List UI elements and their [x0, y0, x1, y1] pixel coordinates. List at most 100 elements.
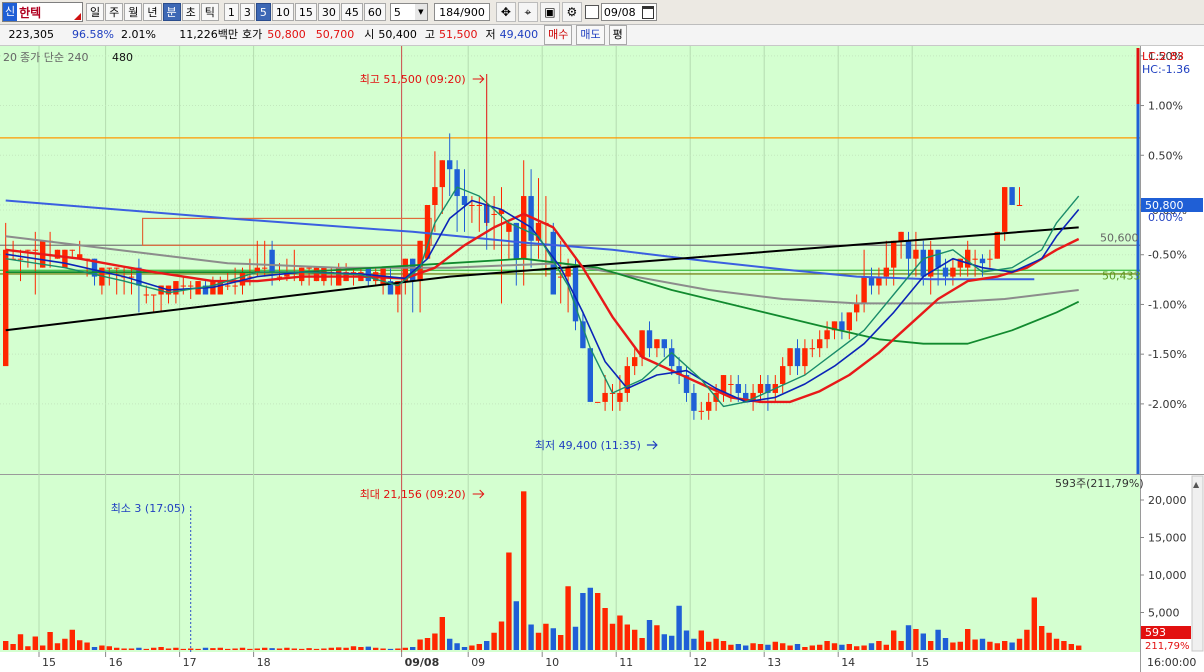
candle-body [595, 401, 601, 403]
candle-body [935, 249, 941, 268]
volume-bar [994, 643, 1000, 650]
candle-body [188, 285, 194, 287]
volume-bar [91, 647, 98, 650]
candle-body [913, 249, 919, 259]
open-price: 50,400 [378, 28, 417, 41]
candle-body [706, 401, 712, 411]
volume-bar [84, 642, 90, 650]
candle-body [617, 392, 623, 402]
volume-bar [1009, 642, 1015, 650]
buy-button[interactable]: 매수 [544, 25, 573, 45]
volume-bar [143, 648, 149, 650]
sell-button[interactable]: 매도 [576, 25, 605, 45]
volume-bar [114, 647, 120, 650]
max-price-annotation: 최고 51,500 (09:20) [360, 73, 466, 86]
volume-bar [1061, 641, 1067, 650]
period-button[interactable]: 초 [181, 3, 200, 21]
candle-body [809, 348, 815, 350]
volume-bar [336, 647, 342, 650]
volume-value: 223,305 [8, 28, 55, 41]
candle-body [861, 276, 867, 304]
time-tick-label: 09 [471, 656, 485, 669]
save-icon[interactable]: ▣ [539, 2, 560, 22]
interval-button[interactable]: 45 [340, 3, 363, 21]
interval-button[interactable]: 30 [317, 3, 340, 21]
candle-body [898, 231, 904, 241]
zoom-icon[interactable]: ⌖ [517, 2, 538, 22]
current-pct-label: 0.00% [1148, 211, 1183, 224]
volume-bar [905, 625, 912, 650]
candle-body [905, 240, 912, 259]
high-price: 51,500 [439, 28, 478, 41]
volume-bar [291, 648, 297, 650]
volume-bar [232, 648, 238, 650]
volume-bar [839, 644, 845, 650]
volume-tick-label: 10,000 [1148, 569, 1187, 582]
volume-bar [558, 635, 564, 650]
current-volume-label: 593 [1145, 626, 1166, 639]
scroll-up-icon[interactable]: ▲ [1193, 480, 1200, 489]
volume-bar [77, 640, 83, 650]
interval-button[interactable]: 1 [223, 3, 239, 21]
vertical-scrollbar[interactable] [1191, 475, 1204, 652]
trade-value: 11,226백만 [179, 28, 238, 41]
date-checkbox[interactable] [584, 5, 599, 19]
volume-bar [935, 629, 941, 650]
volume-bar [713, 638, 719, 650]
gear-icon[interactable]: ⚙ [561, 2, 582, 22]
candle-body [824, 330, 830, 340]
interval-button[interactable]: 5 [255, 3, 271, 21]
interval-button[interactable]: 3 [239, 3, 255, 21]
volume-bar [720, 641, 727, 650]
candle-body [891, 240, 897, 268]
candle-body [994, 231, 1000, 259]
ask-price: 50,800 [267, 28, 306, 41]
candle-body [661, 339, 667, 349]
candle-body [69, 249, 75, 251]
interval-buttons: 1 3 5 10 15 30 45 60 [223, 3, 386, 21]
period-button[interactable]: 일 [86, 3, 105, 21]
volume-bar [365, 646, 371, 650]
volume-bar [1031, 597, 1037, 650]
time-axis-area [0, 652, 1204, 672]
cross-move-icon[interactable]: ✥ [495, 2, 516, 22]
candle-body [439, 160, 445, 188]
price-volume-chart[interactable]: 1.50%1.00%0.50%0.00%-0.00%-0.50%-1.00%-1… [0, 46, 1204, 672]
bar-count-field[interactable]: 184/900 [433, 3, 490, 21]
period-button[interactable]: 월 [124, 3, 143, 21]
interval-select[interactable]: 5 ▼ [389, 3, 428, 21]
average-button[interactable]: 평 [608, 25, 627, 45]
volume-bar [794, 644, 801, 650]
volume-bar [439, 617, 445, 650]
period-button[interactable]: 틱 [200, 3, 219, 21]
period-button[interactable]: 주 [105, 3, 124, 21]
volume-ratio-label: 211,79% [1145, 641, 1190, 652]
date-field[interactable]: 09/08 [600, 3, 657, 21]
open-label: 시 [364, 28, 375, 41]
quote-info-bar: 223,305 96.58% 2.01% 11,226백만 호가 50,800 … [0, 25, 1204, 46]
volume-bar [632, 629, 638, 650]
interval-button[interactable]: 60 [363, 3, 386, 21]
candle-body [780, 366, 786, 384]
interval-button[interactable]: 15 [294, 3, 317, 21]
time-tick-label: 15 [915, 656, 929, 669]
volume-bar [942, 638, 949, 650]
candle-body [491, 213, 497, 215]
low-price: 49,400 [499, 28, 539, 41]
candle-body [276, 276, 283, 278]
period-button[interactable]: 년 [143, 3, 162, 21]
legend-extra: 480 [112, 51, 133, 64]
volume-bar [151, 647, 157, 650]
volume-bar [550, 628, 556, 650]
price-tick-label: -1.00% [1148, 298, 1187, 311]
period-button[interactable]: 분 [162, 3, 181, 21]
stock-code-box[interactable]: 신 한텍 [2, 2, 83, 22]
interval-button[interactable]: 10 [271, 3, 294, 21]
candle-body [106, 267, 112, 269]
volume-bar [10, 644, 16, 650]
volume-bar [965, 629, 971, 650]
period-buttons: 일주월년분초틱 [85, 3, 219, 21]
candle-body [469, 205, 475, 206]
volume-bar [306, 648, 312, 650]
volume-bar [824, 641, 830, 650]
